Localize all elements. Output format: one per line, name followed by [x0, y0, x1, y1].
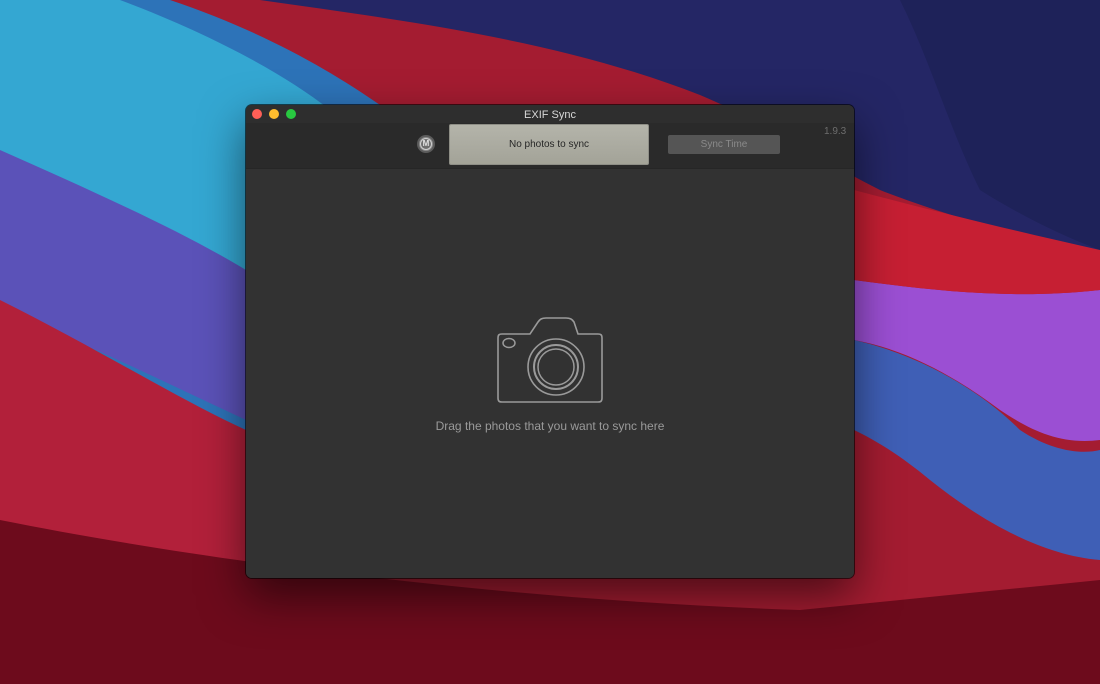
sync-time-label: Sync Time [700, 139, 748, 150]
photos-status-label: No photos to sync [508, 139, 590, 150]
zoom-button[interactable] [286, 109, 296, 119]
photo-drop-area[interactable]: Drag the photos that you want to sync he… [246, 169, 854, 578]
photos-status-button[interactable]: No photos to sync [449, 124, 649, 165]
title-bar[interactable]: EXIF Sync [246, 105, 854, 123]
close-button[interactable] [252, 109, 262, 119]
window-title: EXIF Sync [524, 109, 576, 121]
camera-icon [497, 317, 603, 403]
mode-icon: M [420, 138, 432, 150]
toolbar: M No photos to sync Sync Time 1.9.3 [246, 123, 854, 169]
app-window: EXIF Sync M No photos to sync Sync Time … [246, 105, 854, 578]
mode-button[interactable]: M [417, 135, 435, 153]
minimize-button[interactable] [269, 109, 279, 119]
sync-time-button[interactable]: Sync Time [668, 135, 780, 154]
drop-hint-text: Drag the photos that you want to sync he… [435, 419, 665, 433]
version-label: 1.9.3 [824, 126, 847, 137]
